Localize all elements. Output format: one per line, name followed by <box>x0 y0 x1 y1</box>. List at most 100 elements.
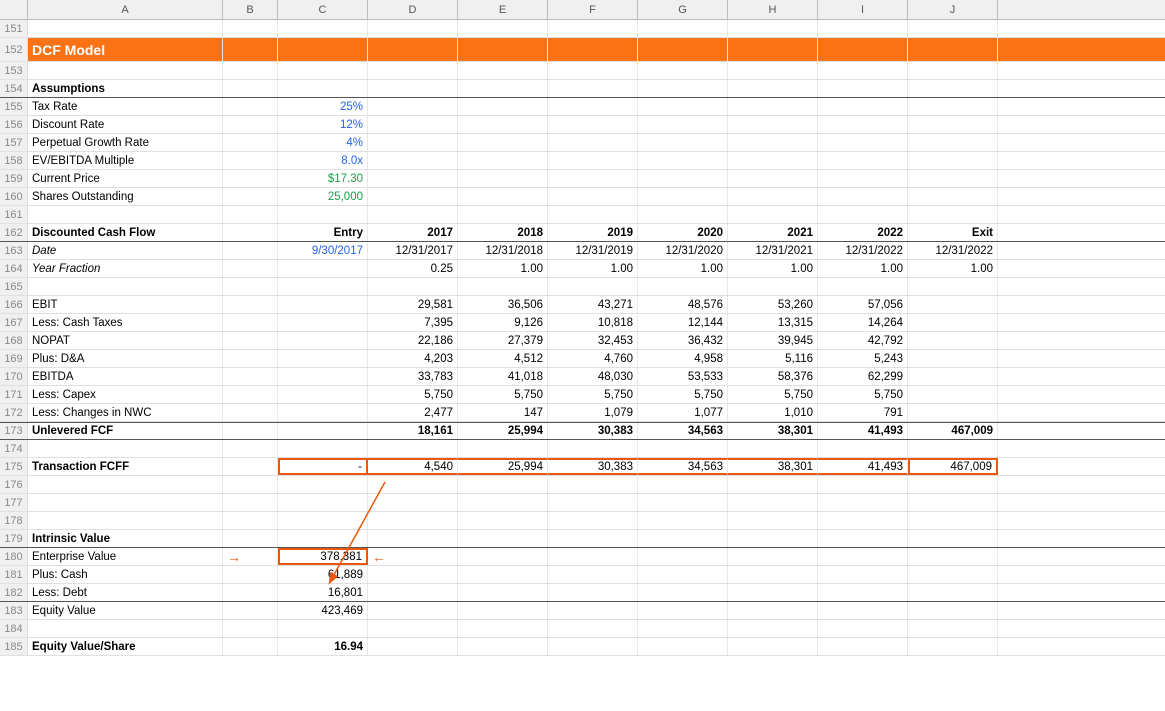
cell-155-b[interactable] <box>223 98 278 115</box>
cell-178-h[interactable] <box>728 512 818 529</box>
cell-173-c[interactable] <box>278 423 368 439</box>
cell-181-g[interactable] <box>638 566 728 583</box>
cell-176-j[interactable] <box>908 476 998 493</box>
cell-159-i[interactable] <box>818 170 908 187</box>
cell-182-value[interactable]: 16,801 <box>278 584 368 601</box>
cell-177-c[interactable] <box>278 494 368 511</box>
cell-152-j[interactable] <box>908 38 998 61</box>
cell-162-exit[interactable]: Exit <box>908 224 998 241</box>
cell-160-g[interactable] <box>638 188 728 205</box>
cell-163-b[interactable] <box>223 242 278 259</box>
cell-165-c[interactable] <box>278 278 368 295</box>
cell-175-g[interactable]: 34,563 <box>638 458 728 475</box>
cell-167-e[interactable]: 9,126 <box>458 314 548 331</box>
cell-184-h[interactable] <box>728 620 818 637</box>
cell-156-value[interactable]: 12% <box>278 116 368 133</box>
cell-169-label[interactable]: Plus: D&A <box>28 350 223 367</box>
cell-160-h[interactable] <box>728 188 818 205</box>
cell-181-j[interactable] <box>908 566 998 583</box>
cell-172-e[interactable]: 147 <box>458 404 548 421</box>
cell-163-label[interactable]: Date <box>28 242 223 259</box>
cell-171-b[interactable] <box>223 386 278 403</box>
col-header-a[interactable]: A <box>28 0 223 19</box>
cell-176-c[interactable] <box>278 476 368 493</box>
cell-179-f[interactable] <box>548 530 638 547</box>
cell-161-f[interactable] <box>548 206 638 223</box>
cell-183-e[interactable] <box>458 602 548 619</box>
cell-180-f[interactable] <box>548 548 638 565</box>
cell-156-b[interactable] <box>223 116 278 133</box>
cell-153-b[interactable] <box>223 62 278 79</box>
cell-162-2021[interactable]: 2021 <box>728 224 818 241</box>
col-header-c[interactable]: C <box>278 0 368 19</box>
cell-177-j[interactable] <box>908 494 998 511</box>
cell-161-i[interactable] <box>818 206 908 223</box>
col-header-j[interactable]: J <box>908 0 998 19</box>
cell-166-f[interactable]: 43,271 <box>548 296 638 313</box>
cell-163-g[interactable]: 12/31/2020 <box>638 242 728 259</box>
cell-154-h[interactable] <box>728 80 818 97</box>
cell-175-e[interactable]: 25,994 <box>458 458 548 475</box>
cell-162-label[interactable]: Discounted Cash Flow <box>28 224 223 241</box>
cell-153-d[interactable] <box>368 62 458 79</box>
cell-154-c[interactable] <box>278 80 368 97</box>
cell-160-label[interactable]: Shares Outstanding <box>28 188 223 205</box>
cell-155-j[interactable] <box>908 98 998 115</box>
cell-163-i[interactable]: 12/31/2022 <box>818 242 908 259</box>
cell-184-a[interactable] <box>28 620 223 637</box>
cell-151-i[interactable] <box>818 20 908 37</box>
cell-168-label[interactable]: NOPAT <box>28 332 223 349</box>
cell-176-h[interactable] <box>728 476 818 493</box>
cell-158-d[interactable] <box>368 152 458 169</box>
cell-152-b[interactable] <box>223 38 278 61</box>
cell-182-h[interactable] <box>728 584 818 601</box>
cell-167-i[interactable]: 14,264 <box>818 314 908 331</box>
cell-169-c[interactable] <box>278 350 368 367</box>
cell-152-f[interactable] <box>548 38 638 61</box>
cell-159-b[interactable] <box>223 170 278 187</box>
cell-178-b[interactable] <box>223 512 278 529</box>
cell-181-i[interactable] <box>818 566 908 583</box>
cell-168-h[interactable]: 39,945 <box>728 332 818 349</box>
cell-156-d[interactable] <box>368 116 458 133</box>
cell-156-g[interactable] <box>638 116 728 133</box>
cell-162-b[interactable] <box>223 224 278 241</box>
cell-165-j[interactable] <box>908 278 998 295</box>
cell-174-d[interactable] <box>368 440 458 457</box>
cell-179-i[interactable] <box>818 530 908 547</box>
cell-170-i[interactable]: 62,299 <box>818 368 908 385</box>
cell-157-label[interactable]: Perpetual Growth Rate <box>28 134 223 151</box>
cell-174-i[interactable] <box>818 440 908 457</box>
cell-179-h[interactable] <box>728 530 818 547</box>
cell-177-e[interactable] <box>458 494 548 511</box>
cell-176-f[interactable] <box>548 476 638 493</box>
cell-151-e[interactable] <box>458 20 548 37</box>
cell-158-i[interactable] <box>818 152 908 169</box>
cell-165-a[interactable] <box>28 278 223 295</box>
cell-179-g[interactable] <box>638 530 728 547</box>
cell-157-e[interactable] <box>458 134 548 151</box>
cell-168-e[interactable]: 27,379 <box>458 332 548 349</box>
cell-185-g[interactable] <box>638 638 728 655</box>
cell-168-f[interactable]: 32,453 <box>548 332 638 349</box>
cell-173-j[interactable]: 467,009 <box>908 423 998 439</box>
cell-184-f[interactable] <box>548 620 638 637</box>
cell-174-f[interactable] <box>548 440 638 457</box>
col-header-h[interactable]: H <box>728 0 818 19</box>
cell-171-c[interactable] <box>278 386 368 403</box>
cell-184-b[interactable] <box>223 620 278 637</box>
cell-168-b[interactable] <box>223 332 278 349</box>
cell-159-value[interactable]: $17.30 <box>278 170 368 187</box>
cell-156-label[interactable]: Discount Rate <box>28 116 223 133</box>
cell-162-2022[interactable]: 2022 <box>818 224 908 241</box>
cell-176-b[interactable] <box>223 476 278 493</box>
cell-153-g[interactable] <box>638 62 728 79</box>
cell-155-d[interactable] <box>368 98 458 115</box>
cell-155-e[interactable] <box>458 98 548 115</box>
cell-173-b[interactable] <box>223 423 278 439</box>
cell-151-c[interactable] <box>278 20 368 37</box>
cell-160-d[interactable] <box>368 188 458 205</box>
cell-167-g[interactable]: 12,144 <box>638 314 728 331</box>
cell-155-label[interactable]: Tax Rate <box>28 98 223 115</box>
cell-168-i[interactable]: 42,792 <box>818 332 908 349</box>
